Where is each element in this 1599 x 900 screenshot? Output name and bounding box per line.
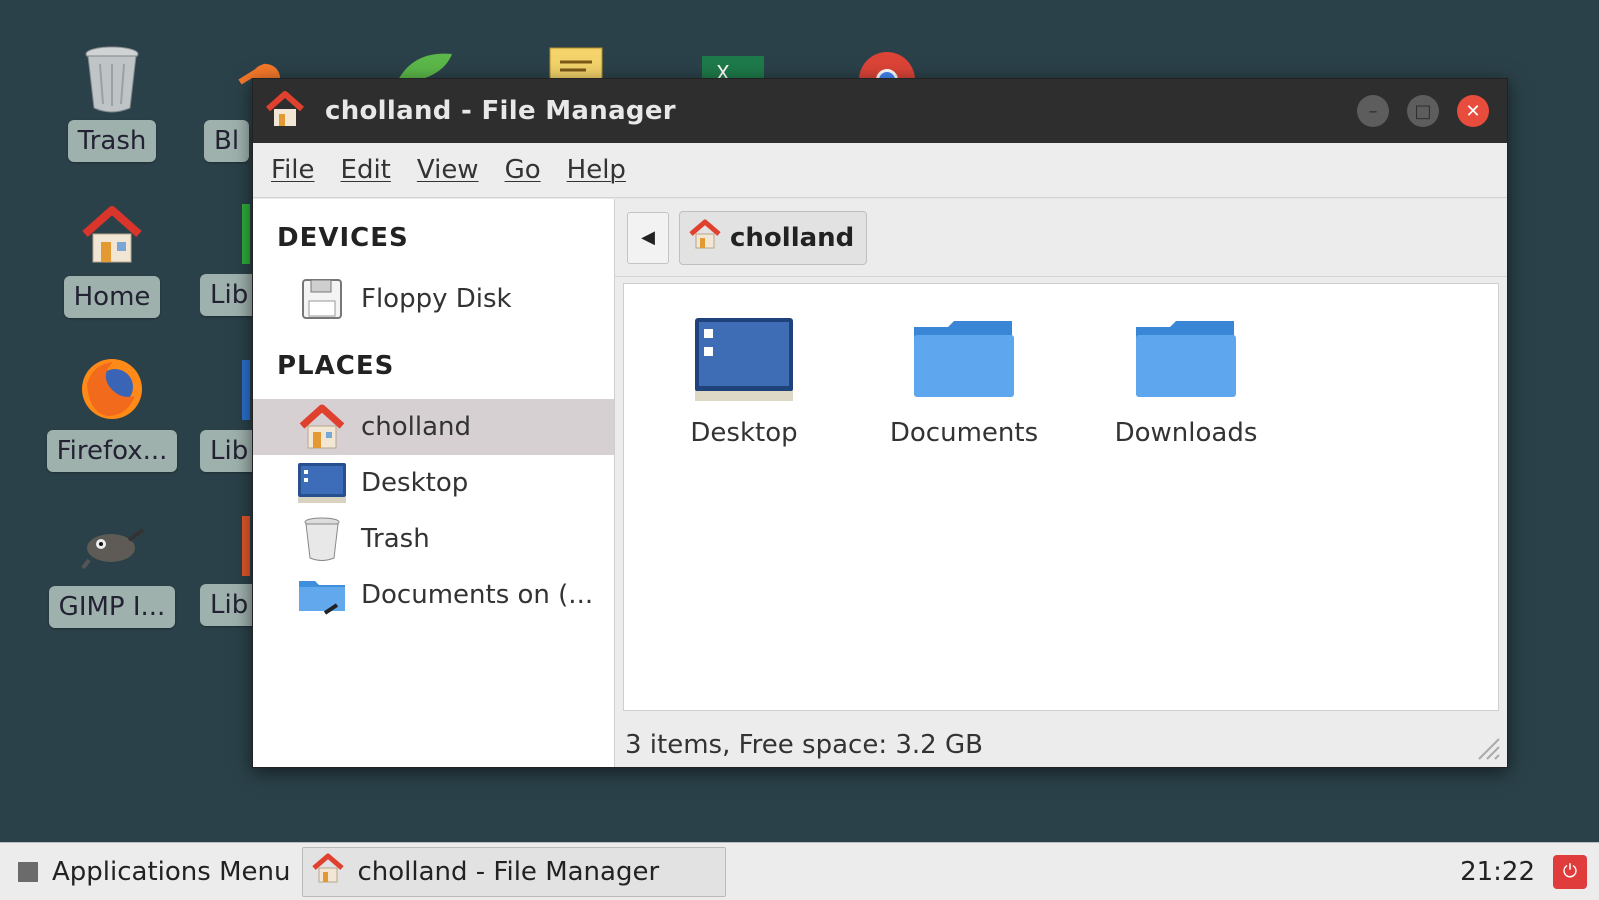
main-pane: ◀ cholland Desktop Documents Downloads 3…	[615, 199, 1507, 767]
desktop-icon-partial[interactable]: Bl	[204, 120, 252, 176]
applications-menu-label: Applications Menu	[52, 856, 291, 887]
desktop-icon-label: Firefox...	[46, 430, 178, 472]
sidebar: DEVICES Floppy Disk PLACES cholland Desk…	[253, 199, 615, 767]
desktop-icon-firefox[interactable]: Firefox...	[42, 354, 182, 472]
status-text: 3 items, Free space: 3.2 GB	[625, 730, 983, 760]
file-name: Downloads	[1114, 418, 1258, 448]
taskbar-window-button[interactable]: cholland - File Manager	[302, 846, 727, 897]
menu-help[interactable]: Help	[567, 155, 626, 185]
menu-go[interactable]: Go	[505, 155, 541, 185]
menu-view[interactable]: View	[417, 155, 479, 185]
menu-edit[interactable]: Edit	[341, 155, 391, 185]
firefox-icon	[77, 354, 147, 424]
sidebar-item-label: Desktop	[361, 468, 469, 498]
folder-icon	[874, 314, 1054, 406]
desktop-icon-label: Bl	[204, 120, 250, 162]
title-bar[interactable]: cholland - File Manager – □ ✕	[253, 79, 1507, 143]
minimize-button[interactable]: –	[1357, 95, 1389, 127]
sidebar-item-trash[interactable]: Trash	[253, 511, 614, 567]
maximize-icon: □	[1414, 100, 1432, 122]
sidebar-item-desktop[interactable]: Desktop	[253, 455, 614, 511]
places-heading: PLACES	[277, 351, 395, 381]
trash-icon	[77, 44, 147, 114]
desktop-icon-label: Lib	[200, 274, 252, 316]
sidebar-item-documents-network[interactable]: Documents on (...	[253, 567, 614, 623]
desktop-icon-trash[interactable]: Trash	[42, 44, 182, 162]
back-button[interactable]: ◀	[627, 211, 669, 264]
desktop-icon-partial[interactable]: Lib	[200, 430, 252, 486]
path-bar: ◀ cholland	[615, 199, 1507, 277]
desktop-icon-partial[interactable]: Lib	[200, 584, 252, 640]
menu-bar: File Edit View Go Help	[253, 143, 1507, 198]
applications-menu-icon	[18, 861, 38, 882]
taskbar-window-label: cholland - File Manager	[357, 856, 660, 887]
breadcrumb-label: cholland	[730, 222, 855, 253]
file-view[interactable]: Desktop Documents Downloads	[623, 283, 1499, 711]
trash-icon	[297, 515, 347, 563]
window-body: DEVICES Floppy Disk PLACES cholland Desk…	[253, 199, 1507, 767]
taskbar: Applications Menu cholland - File Manage…	[0, 842, 1599, 900]
network-folder-icon	[297, 571, 347, 619]
power-icon: ⏻	[1562, 861, 1578, 882]
file-name: Documents	[889, 418, 1039, 448]
home-icon	[688, 218, 722, 257]
menu-file[interactable]: File	[271, 155, 315, 185]
desktop-icon-gimp[interactable]: GIMP I...	[42, 510, 182, 628]
home-icon	[311, 852, 345, 891]
file-item-desktop[interactable]: Desktop	[654, 314, 834, 448]
home-icon	[265, 90, 305, 132]
libreoffice-icon	[242, 360, 250, 420]
desktop-icon-home[interactable]: Home	[42, 200, 182, 318]
close-button[interactable]: ✕	[1457, 95, 1489, 127]
file-name: Desktop	[690, 418, 798, 448]
sidebar-item-label: Documents on (...	[361, 580, 594, 610]
maximize-button[interactable]: □	[1407, 95, 1439, 127]
applications-menu-button[interactable]: Applications Menu	[0, 843, 290, 900]
resize-grip-icon[interactable]	[1471, 731, 1501, 761]
close-icon: ✕	[1465, 100, 1481, 122]
desktop-icon	[297, 459, 347, 507]
sidebar-item-label: cholland	[361, 412, 472, 442]
breadcrumb[interactable]: cholland	[679, 210, 868, 265]
desktop-icon-label: GIMP I...	[48, 586, 176, 628]
window-title: cholland - File Manager	[325, 96, 676, 126]
libreoffice-icon	[242, 204, 250, 264]
file-manager-window: cholland - File Manager – □ ✕ File Edit …	[252, 78, 1508, 768]
home-icon	[297, 403, 347, 451]
desktop-icon-label: Trash	[67, 120, 157, 162]
floppy-disk-icon	[297, 275, 347, 323]
minimize-icon: –	[1368, 100, 1378, 122]
sidebar-item-label: Trash	[361, 524, 430, 554]
desktop-folder-icon	[654, 314, 834, 406]
clock[interactable]: 21:22	[1460, 857, 1535, 887]
desktop-icon-partial[interactable]: Lib	[200, 274, 252, 330]
file-item-downloads[interactable]: Downloads	[1096, 314, 1276, 448]
gimp-icon	[77, 510, 147, 580]
sidebar-item-floppy-disk[interactable]: Floppy Disk	[253, 271, 614, 327]
status-bar: 3 items, Free space: 3.2 GB	[615, 723, 1507, 767]
home-icon	[77, 200, 147, 270]
desktop-icon-label: Lib	[200, 584, 252, 626]
sidebar-item-label: Floppy Disk	[361, 284, 512, 314]
devices-heading: DEVICES	[277, 223, 409, 253]
file-item-documents[interactable]: Documents	[874, 314, 1054, 448]
folder-icon	[1096, 314, 1276, 406]
power-button[interactable]: ⏻	[1553, 854, 1587, 889]
desktop-icon-label: Home	[63, 276, 161, 318]
sidebar-item-cholland[interactable]: cholland	[253, 399, 614, 455]
chevron-left-icon: ◀	[641, 227, 655, 248]
desktop-icon-label: Lib	[200, 430, 252, 472]
libreoffice-icon	[242, 516, 250, 576]
